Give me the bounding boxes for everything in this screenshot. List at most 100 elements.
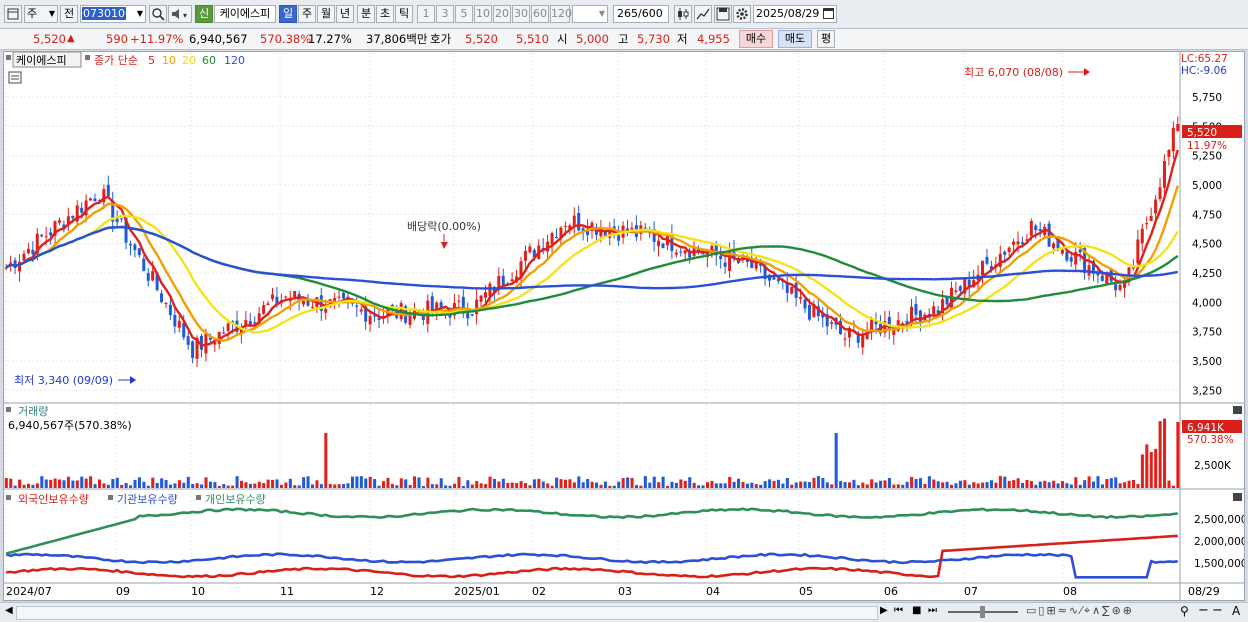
volume-bar — [528, 485, 532, 488]
interval-60[interactable]: 60 — [531, 5, 549, 23]
volume-bar — [905, 481, 909, 488]
search-icon[interactable] — [149, 5, 167, 23]
candle-body — [488, 283, 492, 297]
sell-button[interactable]: 매도 — [778, 30, 812, 48]
tab-week[interactable]: 주 — [298, 5, 316, 23]
zoom-out-icon[interactable]: − — [1198, 603, 1209, 618]
volume-bar — [408, 484, 412, 488]
tab-day[interactable]: 일 — [279, 5, 297, 23]
save-icon[interactable] — [714, 5, 732, 23]
volume-bar — [53, 478, 57, 488]
fast-forward-icon[interactable]: ⏭ — [928, 605, 937, 616]
volume-bar — [847, 482, 852, 488]
volume-bar — [577, 476, 581, 488]
candle-body — [1114, 284, 1118, 291]
tab-year[interactable]: 년 — [336, 5, 354, 23]
candle-body — [861, 334, 865, 348]
candle-body — [1012, 241, 1016, 245]
candle-body — [794, 282, 798, 298]
volume-bar — [612, 485, 616, 488]
interval-5[interactable]: 5 — [455, 5, 473, 23]
volume-bar — [634, 485, 638, 488]
calculator-icon[interactable] — [8, 71, 22, 84]
tab-tick[interactable]: 틱 — [395, 5, 413, 23]
scroll-right-icon[interactable]: ▶ — [880, 605, 888, 616]
tab-minute[interactable]: 분 — [357, 5, 375, 23]
candle-body — [302, 301, 306, 305]
stop-icon[interactable]: ■ — [912, 605, 921, 616]
horizontal-scrollbar[interactable] — [16, 606, 878, 620]
interval-20[interactable]: 20 — [493, 5, 511, 23]
volume-bar — [217, 485, 221, 488]
rewind-icon[interactable]: ⏮ — [894, 605, 903, 616]
interval-120[interactable]: 120 — [550, 5, 572, 23]
interval-1[interactable]: 1 — [417, 5, 435, 23]
volume-bar — [22, 484, 26, 488]
tab-month[interactable]: 월 — [317, 5, 335, 23]
chevron-down-icon: ▼ — [136, 9, 143, 18]
volume-bar — [417, 477, 421, 488]
volume-bar — [994, 482, 998, 488]
volume-bar — [697, 485, 701, 488]
custom-interval-select[interactable]: ▼ — [572, 5, 608, 23]
interval-30[interactable]: 30 — [512, 5, 530, 23]
candle-body — [1016, 241, 1020, 245]
zoom-slider-handle[interactable] — [980, 606, 985, 618]
candle-body — [173, 314, 177, 327]
interval-3[interactable]: 3 — [436, 5, 454, 23]
volume-bar — [754, 484, 758, 488]
window-icon[interactable] — [4, 5, 22, 23]
maximize-icon[interactable] — [1233, 493, 1242, 501]
chart-svg[interactable]: 케이에스피 종가 단순 5 10 20 60 120 최고 6,070 (08/… — [4, 52, 1244, 600]
count-input[interactable]: 265/600 — [613, 5, 669, 23]
x-axis-label: 04 — [706, 585, 720, 598]
line-tool-icon[interactable] — [694, 5, 712, 23]
search-icon[interactable]: ⚲ — [1180, 604, 1189, 618]
candle-type-icon[interactable] — [674, 5, 692, 23]
candle-body — [1118, 284, 1122, 291]
volume-bar — [13, 485, 17, 488]
volume-bar — [852, 479, 856, 488]
volume-bar — [93, 484, 97, 488]
prev-button[interactable]: 전 — [60, 5, 78, 23]
zoom-in-icon[interactable]: − — [1212, 603, 1223, 618]
gear-icon[interactable] — [733, 5, 751, 23]
volume-bar — [200, 484, 204, 488]
interval-10[interactable]: 10 — [474, 5, 492, 23]
period-select[interactable]: 주 ▼ — [24, 5, 58, 23]
eval-button[interactable]: 평 — [817, 30, 835, 48]
volume-bar — [683, 480, 687, 488]
volume-bar — [932, 479, 936, 488]
volume-bar — [985, 482, 989, 488]
candle-body — [106, 184, 110, 197]
speaker-icon[interactable]: ▾ — [168, 5, 192, 23]
volume-bar — [373, 479, 377, 488]
candle-body — [577, 212, 581, 231]
volume-bar — [484, 484, 488, 488]
main-toolbar: 주 ▼ 전 073010 ▼ ▾ 신 케이에스피 일 주 월 년 분 초 틱 1 3… — [0, 0, 1248, 29]
candle-body — [479, 295, 483, 302]
candle-body — [563, 225, 567, 227]
buy-button[interactable]: 매수 — [739, 30, 773, 48]
volume-bar — [1052, 480, 1056, 488]
candle-body — [49, 232, 53, 236]
scroll-left-icon[interactable]: ◀ — [5, 605, 13, 616]
open-price: 5,000 — [576, 32, 609, 46]
date-input[interactable]: 2025/08/29 — [753, 5, 837, 23]
candle-body — [932, 306, 936, 314]
chart-area[interactable]: 케이에스피 종가 단순 5 10 20 60 120 최고 6,070 (08/… — [3, 51, 1245, 601]
volume-bar — [497, 481, 501, 488]
volume-bar — [168, 484, 173, 488]
font-size-icon[interactable]: A — [1232, 604, 1240, 618]
volume-bar — [901, 484, 905, 488]
drawing-tools-icon[interactable]: ▭▯⊞≈∿⁄⌖∧∑⊛⊕ — [1026, 604, 1134, 618]
maximize-icon[interactable] — [1233, 406, 1242, 414]
tab-second[interactable]: 초 — [376, 5, 394, 23]
volume-bar — [865, 484, 869, 488]
volume-bar — [936, 481, 940, 488]
calendar-icon[interactable] — [823, 8, 834, 19]
candle-body — [293, 290, 297, 298]
code-input[interactable]: 073010 ▼ — [80, 5, 146, 23]
volume-bar — [35, 483, 39, 488]
volume-bar — [954, 483, 958, 488]
